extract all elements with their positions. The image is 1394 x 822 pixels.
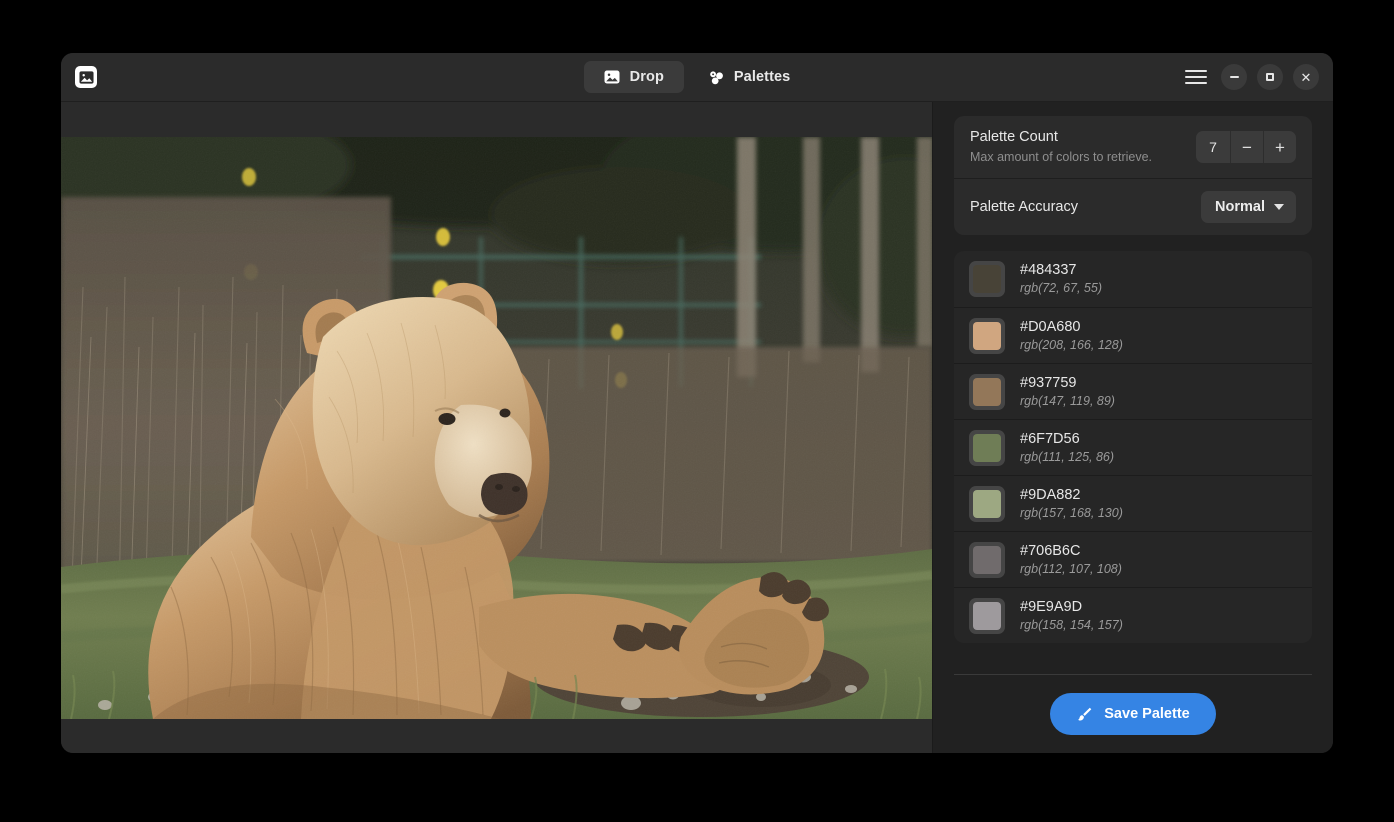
color-text: #6F7D56 rgb(111, 125, 86): [1020, 430, 1114, 466]
color-swatch: [973, 545, 1001, 574]
color-hex: #706B6C: [1020, 542, 1081, 559]
close-icon[interactable]: ✕: [1293, 64, 1319, 90]
palette-accuracy-dropdown[interactable]: Normal: [1201, 191, 1296, 223]
color-hex: #9E9A9D: [1020, 598, 1083, 615]
palette-count-subtitle: Max amount of colors to retrieve.: [970, 150, 1153, 164]
color-hex: #484337: [1020, 262, 1077, 278]
save-palette-button[interactable]: Save Palette: [1050, 693, 1216, 735]
color-text: #937759 rgb(147, 119, 89): [1020, 374, 1115, 410]
list-item[interactable]: #D0A680 rgb(208, 166, 128): [954, 307, 1312, 363]
settings-sidebar: Palette Count Max amount of colors to re…: [932, 102, 1333, 753]
color-text: #484337 rgb(72, 67, 55): [1020, 261, 1102, 297]
color-rgb: rgb(72, 67, 55): [1020, 281, 1102, 295]
window-controls: ✕: [1185, 64, 1319, 90]
color-rgb: rgb(208, 166, 128): [1020, 337, 1123, 352]
list-item[interactable]: #6F7D56 rgb(111, 125, 86): [954, 419, 1312, 475]
tab-drop[interactable]: Drop: [583, 61, 684, 93]
color-swatch: [973, 489, 1001, 518]
palette-count-text: Palette Count Max amount of colors to re…: [970, 128, 1196, 166]
image-icon: [604, 69, 621, 86]
setting-palette-accuracy: Palette Accuracy Normal: [954, 178, 1312, 235]
color-swatch-frame: [969, 373, 1005, 410]
palette-color-list: #484337 rgb(72, 67, 55) #D0A680 rgb(208,…: [954, 251, 1312, 643]
sidebar-footer: Save Palette: [954, 652, 1312, 753]
list-item[interactable]: #9DA882 rgb(157, 168, 130): [954, 475, 1312, 531]
divider: [954, 674, 1312, 675]
paintbrush-icon: [1076, 706, 1093, 723]
minimize-icon[interactable]: [1221, 64, 1247, 90]
tab-drop-label: Drop: [629, 69, 664, 85]
palette-count-decrement-button[interactable]: −: [1230, 131, 1263, 163]
title-bar: Drop Palettes ✕: [61, 53, 1333, 102]
palette-count-title: Palette Count: [970, 129, 1058, 145]
color-swatch: [973, 433, 1001, 462]
list-item[interactable]: #937759 rgb(147, 119, 89): [954, 363, 1312, 419]
color-swatch-frame: [969, 597, 1005, 634]
color-hex: #9DA882: [1020, 486, 1081, 503]
list-item[interactable]: #706B6C rgb(112, 107, 108): [954, 531, 1312, 587]
color-rgb: rgb(111, 125, 86): [1020, 449, 1115, 464]
color-hex: #937759: [1020, 374, 1077, 391]
palette-circles-icon: [708, 69, 725, 86]
color-swatch-frame: [969, 429, 1005, 466]
color-rgb: rgb(112, 107, 108): [1020, 561, 1122, 576]
palette-count-stepper[interactable]: 7 − +: [1196, 131, 1296, 163]
color-rgb: rgb(147, 119, 89): [1020, 393, 1115, 408]
list-item[interactable]: #484337 rgb(72, 67, 55): [954, 251, 1312, 307]
color-swatch: [973, 265, 1001, 293]
color-text: #D0A680 rgb(208, 166, 128): [1020, 318, 1123, 354]
palette-accuracy-value: Normal: [1215, 199, 1265, 215]
tab-palettes[interactable]: Palettes: [688, 61, 810, 93]
color-hex: #6F7D56: [1020, 430, 1080, 447]
palette-accuracy-title: Palette Accuracy: [970, 198, 1078, 215]
setting-palette-count: Palette Count Max amount of colors to re…: [954, 116, 1312, 178]
drop-panel[interactable]: [61, 102, 932, 753]
dropped-image: [61, 136, 932, 719]
palette-accuracy-text: Palette Accuracy: [970, 198, 1201, 217]
color-swatch-frame: [969, 261, 1005, 297]
color-swatch: [973, 601, 1001, 630]
tab-bar: Drop Palettes: [61, 61, 1333, 93]
color-text: #9DA882 rgb(157, 168, 130): [1020, 486, 1123, 522]
color-text: #706B6C rgb(112, 107, 108): [1020, 542, 1122, 578]
save-row: Save Palette: [954, 693, 1312, 735]
chevron-down-icon: [1274, 204, 1284, 210]
hamburger-menu-icon[interactable]: [1185, 66, 1207, 88]
color-swatch-frame: [969, 317, 1005, 354]
color-swatch-frame: [969, 485, 1005, 522]
save-palette-label: Save Palette: [1104, 706, 1190, 722]
list-item[interactable]: #9E9A9D rgb(158, 154, 157): [954, 587, 1312, 643]
tab-palettes-label: Palettes: [733, 69, 791, 85]
color-swatch: [973, 377, 1001, 406]
color-text: #9E9A9D rgb(158, 154, 157): [1020, 598, 1123, 634]
color-rgb: rgb(158, 154, 157): [1020, 617, 1123, 632]
window-body: Palette Count Max amount of colors to re…: [61, 102, 1333, 753]
palette-count-value[interactable]: 7: [1196, 131, 1230, 163]
app-window: Drop Palettes ✕ Palette Count Max amount…: [61, 53, 1333, 753]
color-swatch-frame: [969, 541, 1005, 578]
palette-count-increment-button[interactable]: +: [1263, 131, 1296, 163]
image-icon: [75, 66, 97, 88]
color-hex: #D0A680: [1020, 318, 1081, 335]
close-glyph: ✕: [1300, 69, 1312, 85]
color-rgb: rgb(157, 168, 130): [1020, 505, 1123, 520]
maximize-icon[interactable]: [1257, 64, 1283, 90]
settings-card: Palette Count Max amount of colors to re…: [954, 116, 1312, 235]
color-swatch: [973, 321, 1001, 350]
